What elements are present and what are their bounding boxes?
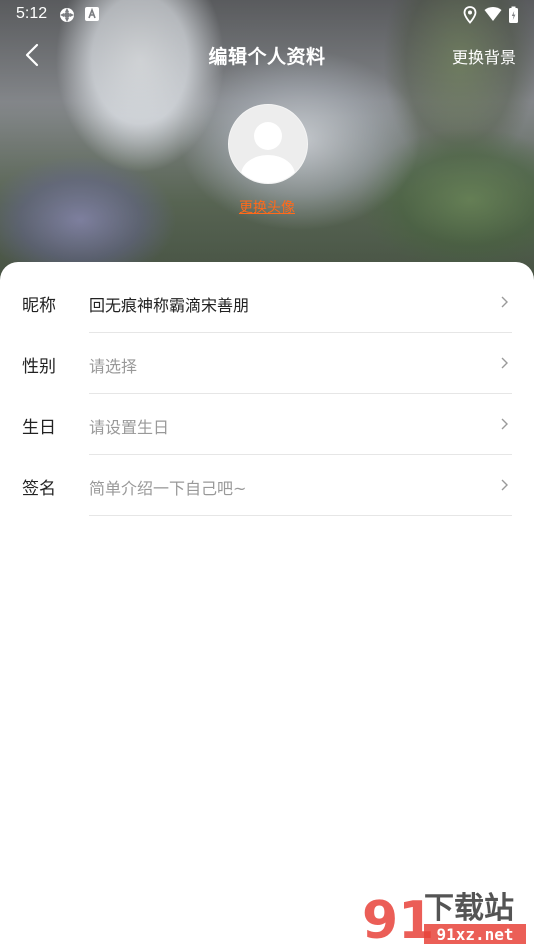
signature-placeholder: 简单介绍一下自己吧~ <box>89 479 247 498</box>
watermark-url: 91xz.net <box>436 925 513 944</box>
battery-icon <box>509 6 518 23</box>
row-label: 签名 <box>22 479 56 499</box>
gender-placeholder: 请选择 <box>89 357 138 376</box>
change-avatar-link[interactable]: 更换头像 <box>0 197 534 217</box>
birthday-placeholder: 请设置生日 <box>89 418 170 437</box>
row-gender[interactable]: 性别 请选择 <box>0 333 534 394</box>
row-birthday[interactable]: 生日 请设置生日 <box>0 394 534 455</box>
row-label: 性别 <box>22 357 56 377</box>
watermark: 91 下载站 91xz.net <box>360 886 530 951</box>
avatar[interactable] <box>228 104 308 184</box>
change-background-button[interactable]: 更换背景 <box>452 44 516 68</box>
nickname-value: 回无痕神称霸滴宋善朋 <box>89 296 250 315</box>
status-time: 5:12 <box>16 5 48 22</box>
row-label: 生日 <box>22 418 56 438</box>
watermark-title: 下载站 <box>424 891 514 926</box>
chevron-right-icon <box>501 418 508 430</box>
row-signature[interactable]: 签名 简单介绍一下自己吧~ <box>0 455 534 516</box>
chevron-right-icon <box>501 479 508 491</box>
status-bar: 5:12 <box>0 0 534 28</box>
top-bar: 编辑个人资料 更换背景 <box>0 34 534 76</box>
divider <box>89 515 512 516</box>
settings-icon <box>60 8 74 22</box>
chevron-right-icon <box>501 296 508 308</box>
keyboard-icon <box>85 7 99 21</box>
profile-form: 昵称 回无痕神称霸滴宋善朋 性别 请选择 生日 请设置生日 签名 简单介绍一下自… <box>0 262 534 950</box>
row-label: 昵称 <box>22 296 56 316</box>
wifi-icon <box>484 7 502 21</box>
chevron-right-icon <box>501 357 508 369</box>
default-avatar-icon <box>229 105 307 183</box>
row-nickname[interactable]: 昵称 回无痕神称霸滴宋善朋 <box>0 272 534 333</box>
location-icon <box>463 6 477 24</box>
watermark-logo: 91 下载站 91xz.net <box>362 891 526 951</box>
